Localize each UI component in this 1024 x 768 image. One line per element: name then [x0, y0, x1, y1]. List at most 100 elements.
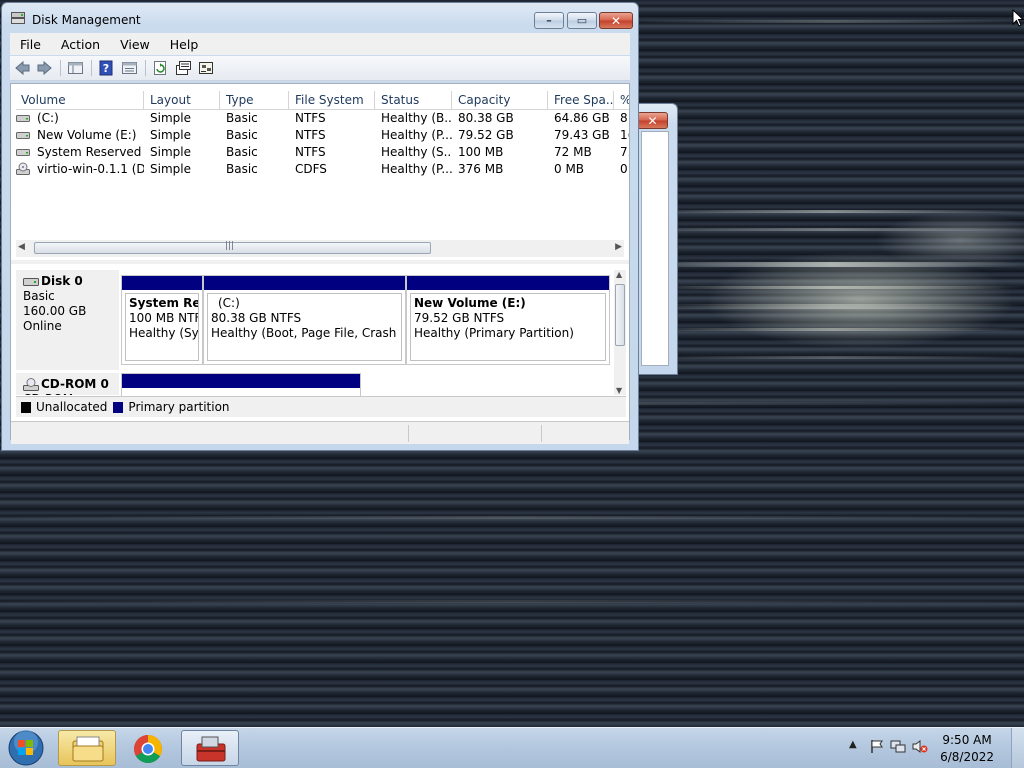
cell-capacity: 80.38 GB	[458, 111, 514, 125]
show-desktop-button[interactable]	[1011, 728, 1024, 768]
vertical-scrollbar[interactable]: ▲ ▼	[614, 270, 626, 395]
properties-icon[interactable]	[121, 60, 138, 76]
clock[interactable]: 9:50 AM 6/8/2022	[940, 732, 994, 766]
cd-drive-icon	[23, 378, 39, 391]
disk-kind: Basic	[23, 289, 55, 303]
scroll-down-arrow-icon[interactable]: ▼	[616, 386, 622, 395]
forward-icon[interactable]	[36, 60, 53, 76]
taskbar-chrome-button[interactable]	[120, 730, 178, 766]
disk-state: Online	[23, 319, 62, 333]
back-icon[interactable]	[14, 60, 31, 76]
cell-type: Basic	[226, 162, 258, 176]
cell-file-system: NTFS	[295, 128, 326, 142]
pane-splitter[interactable]	[11, 260, 629, 264]
disk-management-window[interactable]: Disk Management – ▭ ✕ File Action View H…	[1, 2, 639, 451]
scroll-left-arrow-icon[interactable]: ◀	[18, 242, 25, 252]
column-file-system[interactable]: File System	[290, 91, 375, 109]
drive-icon	[16, 149, 30, 156]
svg-text:?: ?	[103, 62, 109, 75]
volume-row[interactable]: (C:) Simple Basic NTFS Healthy (B... 80.…	[16, 110, 629, 127]
taskbar-explorer-button[interactable]	[58, 730, 116, 766]
primary-partition-bar	[122, 276, 202, 290]
settings-icon[interactable]	[198, 60, 215, 76]
minimize-button[interactable]: –	[534, 12, 564, 29]
cell-capacity: 100 MB	[458, 145, 504, 159]
partition-size: 80.38 GB NTFS	[211, 311, 302, 325]
refresh-icon[interactable]	[152, 60, 169, 76]
background-dialog-close-button[interactable]: ✕	[637, 112, 668, 129]
show-hidden-icons-icon[interactable]: ▲	[849, 739, 857, 750]
cell-status: Healthy (P...	[381, 162, 452, 176]
start-orb[interactable]	[6, 729, 46, 767]
cell-volume: System Reserved	[37, 145, 142, 159]
cell-volume: (C:)	[37, 111, 59, 125]
volume-row[interactable]: virtio-win-0.1.1 (D:) Simple Basic CDFS …	[16, 161, 629, 178]
column-capacity[interactable]: Capacity	[453, 91, 548, 109]
cell-file-system: NTFS	[295, 111, 326, 125]
menu-bar: File Action View Help	[10, 33, 630, 55]
column-free-space[interactable]: Free Spa...	[549, 91, 614, 109]
help-icon[interactable]: ?	[98, 60, 115, 76]
cell-volume: virtio-win-0.1.1 (D:)	[37, 162, 144, 176]
cell-percent-free: 7.	[620, 145, 629, 159]
scroll-right-arrow-icon[interactable]: ▶	[615, 242, 622, 252]
column-volume[interactable]: Volume	[16, 91, 144, 109]
cell-free-space: 72 MB	[554, 145, 592, 159]
cell-volume: New Volume (E:)	[37, 128, 137, 142]
rescan-icon[interactable]	[175, 60, 192, 76]
partition-size: 100 MB NTF	[129, 311, 199, 325]
partition-system-reserved[interactable]: System Rese 100 MB NTF Healthy (Sys	[121, 275, 203, 365]
system-tray: ▲ 9:50 AM 6/8/2022	[834, 728, 1024, 768]
primary-partition-bar	[407, 276, 609, 290]
cell-layout: Simple	[150, 128, 191, 142]
disk-management-app-icon	[11, 12, 25, 24]
horizontal-scroll-thumb[interactable]: |||	[34, 241, 431, 254]
partition-c[interactable]: (C:) 80.38 GB NTFS Healthy (Boot, Page F…	[203, 275, 406, 365]
toolbar-separator	[60, 60, 61, 76]
cell-percent-free: 0	[620, 162, 628, 176]
taskbar-computer-management-button[interactable]	[181, 730, 239, 766]
close-icon: ✕	[647, 113, 658, 128]
legend: Unallocated Primary partition	[16, 396, 626, 417]
column-type[interactable]: Type	[221, 91, 289, 109]
close-button[interactable]: ✕	[599, 12, 633, 29]
cell-status: Healthy (S...	[381, 145, 452, 159]
cd-rom-0-label[interactable]: CD-ROM 0 CD-ROM	[16, 373, 119, 395]
column-status[interactable]: Status	[376, 91, 452, 109]
cell-free-space: 64.86 GB	[554, 111, 610, 125]
volume-row[interactable]: New Volume (E:) Simple Basic NTFS Health…	[16, 127, 629, 144]
console-tree-icon[interactable]	[67, 60, 84, 76]
menu-view[interactable]: View	[110, 37, 160, 52]
content-area: Volume Layout Type File System Status Ca…	[10, 83, 630, 444]
action-center-flag-icon[interactable]	[869, 739, 884, 754]
partition-e[interactable]: New Volume (E:) 79.52 GB NTFS Healthy (P…	[406, 275, 610, 365]
title-bar[interactable]: Disk Management – ▭ ✕	[2, 3, 638, 33]
unallocated-swatch	[21, 401, 31, 413]
disk-0-label[interactable]: Disk 0 Basic 160.00 GB Online	[16, 270, 119, 370]
volume-muted-icon[interactable]	[912, 739, 928, 754]
menu-action[interactable]: Action	[51, 37, 110, 52]
cell-file-system: NTFS	[295, 145, 326, 159]
menu-help[interactable]: Help	[160, 37, 209, 52]
windows-explorer-icon	[72, 736, 104, 762]
clock-date: 6/8/2022	[940, 750, 994, 764]
volume-row[interactable]: System Reserved Simple Basic NTFS Health…	[16, 144, 629, 161]
partition-status: Healthy (Boot, Page File, Crash Dum	[211, 326, 401, 340]
column-layout[interactable]: Layout	[145, 91, 220, 109]
disk-graphical-view: Disk 0 Basic 160.00 GB Online System Res…	[16, 270, 626, 403]
scroll-up-arrow-icon[interactable]: ▲	[616, 270, 622, 279]
network-icon[interactable]	[890, 739, 906, 754]
horizontal-scrollbar[interactable]: ◀ ||| ▶	[16, 240, 624, 257]
cell-type: Basic	[226, 145, 258, 159]
mouse-cursor-icon	[1012, 9, 1024, 27]
minimize-icon: –	[546, 14, 552, 27]
chrome-icon	[134, 735, 162, 763]
cell-capacity: 376 MB	[458, 162, 504, 176]
column-percent-free[interactable]: %	[615, 91, 629, 109]
vertical-scroll-thumb[interactable]	[615, 284, 625, 346]
cell-status: Healthy (B...	[381, 111, 452, 125]
cell-layout: Simple	[150, 162, 191, 176]
menu-file[interactable]: File	[10, 37, 51, 52]
maximize-button[interactable]: ▭	[567, 12, 597, 29]
partition-name: (C:)	[218, 296, 240, 310]
